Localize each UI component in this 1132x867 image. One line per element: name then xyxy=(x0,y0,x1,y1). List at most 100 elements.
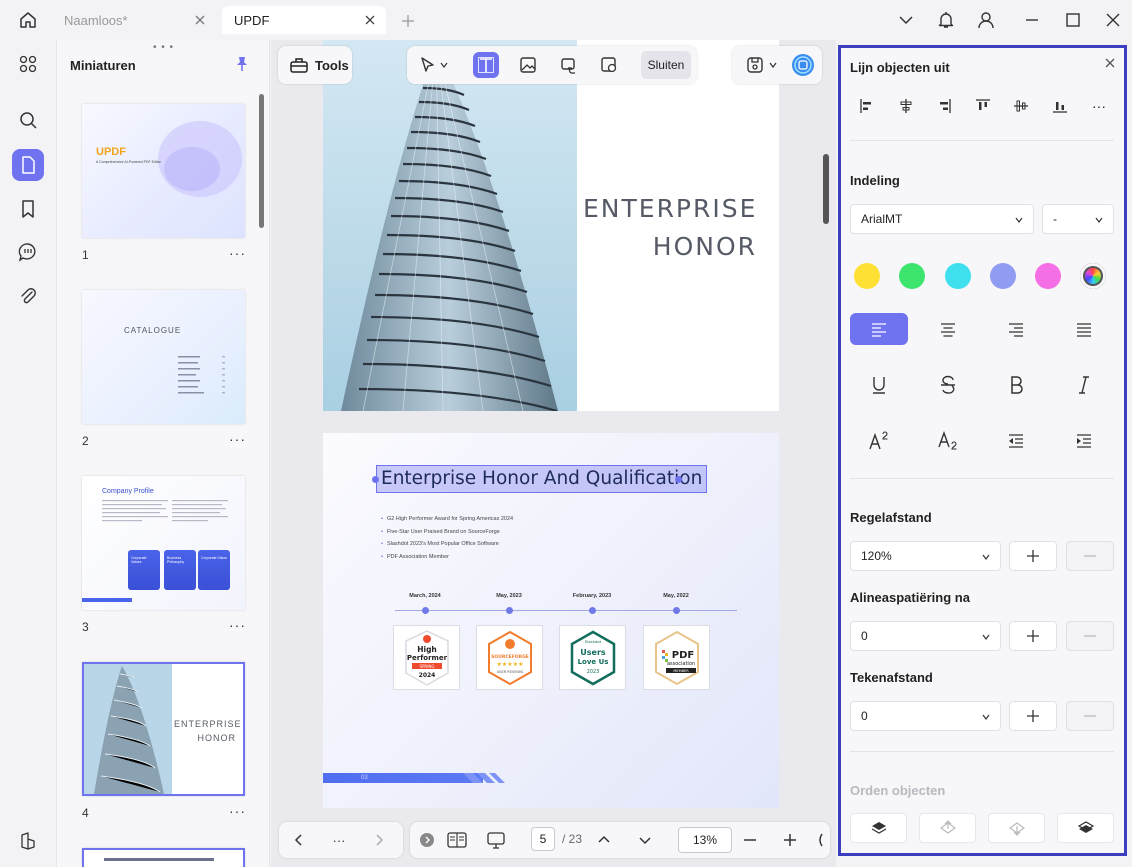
paragraph-spacing-decrease-button[interactable] xyxy=(1066,621,1114,651)
edit-image-icon[interactable] xyxy=(515,52,541,78)
thumb-more-icon[interactable]: ··· xyxy=(229,245,246,261)
thumbnail-page-2[interactable]: CATALOGUE xyxy=(82,290,245,424)
color-swatch-cyan[interactable] xyxy=(945,263,971,289)
text-align-left-button[interactable] xyxy=(850,313,908,345)
document-canvas[interactable]: ENTERPRISE HONOR Enterprise Honor And Qu… xyxy=(271,40,836,867)
thumb-more-icon[interactable]: ··· xyxy=(229,431,246,447)
page-number-input[interactable]: 5 xyxy=(531,827,555,851)
color-picker-icon[interactable] xyxy=(1080,263,1106,289)
italic-button[interactable] xyxy=(1055,369,1113,401)
thumbnail-page-5[interactable] xyxy=(82,848,245,867)
home-icon[interactable] xyxy=(14,8,42,32)
back-icon[interactable] xyxy=(289,830,309,850)
line-spacing-decrease-button[interactable] xyxy=(1066,541,1114,571)
line-spacing-select[interactable]: 120% xyxy=(850,541,1001,571)
text-justify-button[interactable] xyxy=(1055,313,1113,345)
thumbnail-page-1[interactable]: UPDF A Comprehensive AI-Powered PDF Edit… xyxy=(82,104,245,238)
chevron-down-icon[interactable] xyxy=(437,52,451,78)
font-family-select[interactable]: ArialMT xyxy=(850,204,1034,234)
close-tab-icon[interactable] xyxy=(362,12,378,28)
color-swatch-green[interactable] xyxy=(899,263,925,289)
search-icon[interactable] xyxy=(12,104,44,136)
resize-handle-right[interactable] xyxy=(675,476,682,483)
resize-handle-left[interactable] xyxy=(372,476,379,483)
forward-icon[interactable] xyxy=(369,830,389,850)
decrease-indent-button[interactable] xyxy=(987,425,1045,457)
next-page-icon[interactable] xyxy=(635,830,655,850)
align-bottom-icon[interactable] xyxy=(1048,94,1072,118)
align-center-horizontal-icon[interactable] xyxy=(894,94,918,118)
more-icon[interactable]: ··· xyxy=(329,830,349,850)
bold-button[interactable] xyxy=(987,369,1045,401)
selected-text-box[interactable]: Enterprise Honor And Qualification xyxy=(376,465,708,493)
increase-indent-button[interactable] xyxy=(1055,425,1113,457)
color-swatch-yellow[interactable] xyxy=(854,263,880,289)
user-icon[interactable] xyxy=(976,10,996,30)
zoom-out-icon[interactable] xyxy=(740,830,760,850)
thumbnail-page-3[interactable]: Company Profile Corporate Values Busines… xyxy=(82,476,245,610)
color-swatch-lavender[interactable] xyxy=(990,263,1016,289)
panel-grip[interactable]: • • • xyxy=(153,42,174,53)
chevron-down-icon[interactable] xyxy=(766,52,780,78)
chevron-down-icon[interactable] xyxy=(896,10,916,30)
align-left-icon[interactable] xyxy=(855,94,879,118)
page-layout-icon[interactable] xyxy=(447,830,467,850)
thumbnail-page-4[interactable]: ENTERPRISE HONOR xyxy=(82,662,245,796)
thumbnails-icon[interactable] xyxy=(12,149,44,181)
canvas-scrollbar[interactable] xyxy=(823,154,829,224)
comment-icon[interactable] xyxy=(12,236,44,268)
character-spacing-decrease-button[interactable] xyxy=(1066,701,1114,731)
align-top-icon[interactable] xyxy=(971,94,995,118)
zoom-in-icon[interactable] xyxy=(780,830,800,850)
thumb-more-icon[interactable]: ··· xyxy=(229,803,246,819)
subscript-button[interactable] xyxy=(919,425,977,457)
bell-icon[interactable] xyxy=(936,10,956,30)
tab-updf[interactable]: UPDF xyxy=(222,6,386,34)
presentation-icon[interactable] xyxy=(486,830,506,850)
page-title[interactable]: Enterprise Honor And Qualification xyxy=(381,468,702,489)
minimize-icon[interactable] xyxy=(1022,10,1042,30)
previous-page-icon[interactable] xyxy=(594,830,614,850)
close-icon[interactable] xyxy=(1103,56,1117,70)
edit-link-icon[interactable] xyxy=(556,52,582,78)
character-spacing-increase-button[interactable] xyxy=(1009,701,1057,731)
strikethrough-button[interactable] xyxy=(919,369,977,401)
layers-icon[interactable] xyxy=(12,825,44,857)
tools-button[interactable]: Tools xyxy=(278,46,352,84)
bring-to-front-button[interactable] xyxy=(850,813,907,843)
edit-text-icon[interactable] xyxy=(473,52,499,78)
collapse-icon[interactable] xyxy=(417,830,437,850)
close-edit-button[interactable]: Sluiten xyxy=(641,51,691,79)
thumb-more-icon[interactable]: ··· xyxy=(229,617,246,633)
apps-icon[interactable] xyxy=(12,48,44,80)
more-options-icon[interactable]: ··· xyxy=(1087,94,1111,118)
close-window-icon[interactable] xyxy=(1103,10,1123,30)
underline-button[interactable] xyxy=(850,369,908,401)
bring-forward-button[interactable] xyxy=(919,813,976,843)
fit-width-icon[interactable] xyxy=(814,830,826,850)
line-spacing-increase-button[interactable] xyxy=(1009,541,1057,571)
align-right-icon[interactable] xyxy=(932,94,956,118)
thumbnails-scrollbar[interactable] xyxy=(259,94,264,228)
attachment-icon[interactable] xyxy=(12,280,44,312)
tab-naamloos[interactable]: Naamloos* xyxy=(52,6,216,34)
send-backward-button[interactable] xyxy=(988,813,1045,843)
paragraph-spacing-increase-button[interactable] xyxy=(1009,621,1057,651)
text-align-right-button[interactable] xyxy=(987,313,1045,345)
send-to-back-button[interactable] xyxy=(1057,813,1114,843)
close-tab-icon[interactable] xyxy=(192,12,208,28)
ai-assistant-icon[interactable] xyxy=(790,52,816,78)
align-middle-icon[interactable] xyxy=(1009,94,1033,118)
edit-shape-icon[interactable] xyxy=(596,52,622,78)
superscript-button[interactable] xyxy=(850,425,908,457)
text-align-center-button[interactable] xyxy=(919,313,977,345)
font-size-select[interactable]: - xyxy=(1042,204,1114,234)
maximize-icon[interactable] xyxy=(1063,10,1083,30)
paragraph-spacing-select[interactable]: 0 xyxy=(850,621,1001,651)
color-swatch-pink[interactable] xyxy=(1035,263,1061,289)
new-tab-icon[interactable] xyxy=(398,11,418,31)
pin-icon[interactable] xyxy=(233,55,251,73)
save-icon[interactable] xyxy=(742,52,768,78)
zoom-level-input[interactable]: 13% xyxy=(678,827,732,853)
character-spacing-select[interactable]: 0 xyxy=(850,701,1001,731)
